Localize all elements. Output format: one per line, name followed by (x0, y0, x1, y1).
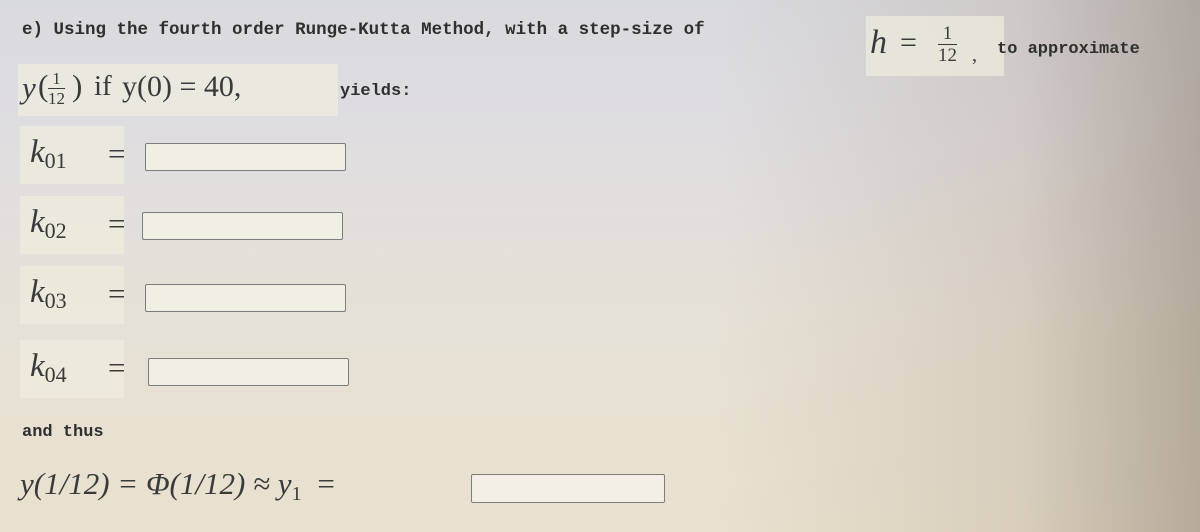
k02-label: k02 (30, 204, 67, 243)
final-subscript: 1 (291, 483, 302, 505)
target-expression: y ( 1 12 ) if y(0) = 40, (18, 64, 338, 116)
k01-row: k01 = (20, 126, 126, 184)
problem-intro: e) Using the fourth order Runge-Kutta Me… (22, 20, 705, 40)
close-paren: ) (72, 68, 83, 103)
target-arg-numerator: 1 (48, 70, 65, 89)
condition-word: if (94, 70, 112, 102)
to-approximate-text: to approximate (997, 40, 1140, 59)
k02-row: k02 = (20, 196, 126, 254)
k03-equals: = (108, 276, 126, 311)
step-size-fraction: 1 12 (938, 24, 957, 65)
yields-text: yields: (340, 82, 412, 101)
intro-text: Using the fourth order Runge-Kutta Metho… (53, 20, 705, 40)
k03-row: k03 = (20, 266, 126, 324)
k04-equals: = (108, 350, 126, 385)
initial-condition: y(0) = 40, (122, 70, 242, 103)
k03-input[interactable] (145, 284, 346, 312)
target-arg-fraction: 1 12 (48, 70, 65, 107)
final-expression: y(1/12) = Φ(1/12) ≈ y1 = (20, 466, 335, 506)
step-size-expression: h = 1 12 , (866, 16, 1004, 76)
k04-row: k04 = (20, 340, 126, 398)
k04-input[interactable] (148, 358, 349, 386)
step-size-equals: = (900, 26, 917, 59)
k02-equals: = (108, 206, 126, 241)
k03-label: k03 (30, 274, 67, 313)
y1-answer-input[interactable] (471, 474, 665, 503)
step-size-denominator: 12 (938, 45, 957, 66)
k01-input[interactable] (145, 143, 346, 171)
k01-equals: = (108, 136, 126, 171)
k02-input[interactable] (142, 212, 343, 240)
and-thus-text: and thus (22, 423, 104, 442)
target-func: y (22, 70, 36, 105)
k04-label: k04 (30, 348, 67, 387)
step-size-variable: h (870, 24, 887, 61)
step-size-comma: , (972, 44, 977, 66)
k01-label: k01 (30, 134, 67, 173)
part-label: e) (22, 20, 44, 40)
final-lhs: y(1/12) = Φ(1/12) ≈ y (20, 466, 292, 501)
target-arg-denominator: 12 (48, 89, 65, 108)
final-equals: = (317, 466, 335, 501)
step-size-numerator: 1 (938, 24, 957, 45)
open-paren: ( (38, 68, 49, 103)
